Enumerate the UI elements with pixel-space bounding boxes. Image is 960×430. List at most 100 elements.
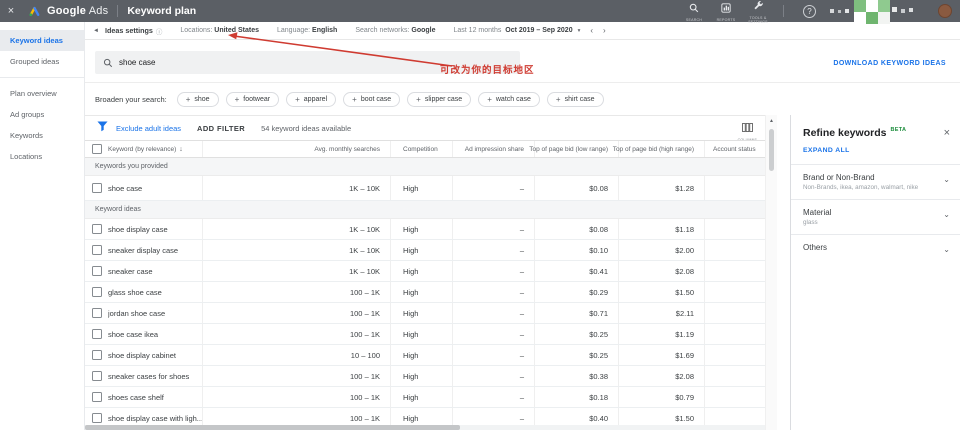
cell-competition: High	[391, 303, 453, 323]
columns-button[interactable]: COLUMNS	[738, 119, 757, 142]
expand-all-link[interactable]: EXPAND ALL	[791, 143, 960, 164]
ideas-settings-bar: ◄ Ideas settings ⓘ Locations: United Sta…	[85, 22, 960, 40]
date-range-setting[interactable]: Last 12 months Oct 2019 – Sep 2020	[454, 27, 573, 34]
header-top-bid-high[interactable]: Top of page bid (high range)	[613, 141, 705, 157]
plus-icon: +	[352, 94, 357, 104]
chip-label: apparel	[303, 95, 328, 103]
row-checkbox[interactable]	[91, 329, 102, 339]
close-window-button[interactable]: ×	[0, 5, 22, 17]
cell-competition: High	[391, 240, 453, 260]
sidebar-item-keywords[interactable]: Keywords	[0, 125, 84, 146]
row-checkbox[interactable]	[91, 224, 102, 234]
refine-section-brand[interactable]: Brand or Non-Brand Non-Brands, ikea, ama…	[791, 164, 960, 199]
header-ad-impression-share[interactable]: Ad impression share	[453, 141, 535, 157]
table-row[interactable]: shoe case ikea 100 – 1K High – $0.25 $1.…	[85, 324, 765, 345]
search-nav-button[interactable]: SEARCH	[678, 0, 710, 23]
header-keyword[interactable]: Keyword (by relevance) ↓	[108, 141, 203, 157]
date-range-dropdown-icon[interactable]: ▾	[578, 28, 581, 34]
table-row[interactable]: shoes case shelf 100 – 1K High – $0.18 $…	[85, 387, 765, 408]
row-checkbox[interactable]	[91, 183, 102, 193]
cell-bid-low: $0.08	[535, 219, 619, 239]
table-row[interactable]: sneaker display case 1K – 10K High – $0.…	[85, 240, 765, 261]
table-row[interactable]: shoe display case 1K – 10K High – $0.08 …	[85, 219, 765, 240]
cell-competition: High	[391, 345, 453, 365]
date-range-preset: Last 12 months	[453, 27, 502, 34]
chevron-down-icon[interactable]: ⌄	[943, 210, 950, 219]
window-title: Keyword plan	[127, 5, 197, 17]
ideas-settings-label[interactable]: Ideas settings	[105, 26, 153, 35]
help-button[interactable]: ?	[803, 4, 816, 18]
cell-bid-high: $2.00	[619, 240, 705, 260]
tools-settings-nav-button[interactable]: TOOLS & SETTINGS	[742, 0, 774, 25]
info-icon: ⓘ	[155, 28, 163, 36]
chip-boot-case[interactable]: + boot case	[343, 91, 401, 107]
row-checkbox[interactable]	[91, 308, 102, 318]
row-checkbox[interactable]	[91, 371, 102, 381]
row-checkbox[interactable]	[91, 350, 102, 360]
networks-setting[interactable]: Search networks: Google	[355, 27, 435, 34]
back-arrow-icon[interactable]: ◄	[93, 28, 99, 34]
header-top-bid-low[interactable]: Top of page bid (low range)	[529, 141, 619, 157]
select-all-checkbox[interactable]	[91, 144, 102, 154]
table-vertical-scrollbar[interactable]: ▲	[765, 115, 777, 430]
chevron-down-icon[interactable]: ⌄	[943, 175, 950, 184]
prev-period-button[interactable]: ‹	[590, 26, 593, 35]
table-row[interactable]: sneaker cases for shoes 100 – 1K High – …	[85, 366, 765, 387]
table-row[interactable]: shoe display cabinet 10 – 100 High – $0.…	[85, 345, 765, 366]
filter-bar: Exclude adult ideas ADD FILTER 54 keywor…	[85, 115, 765, 142]
cell-impression-share: –	[453, 303, 535, 323]
next-period-button[interactable]: ›	[603, 26, 606, 35]
plus-icon: +	[295, 94, 300, 104]
chip-shoe[interactable]: + shoe	[176, 91, 219, 107]
table-row[interactable]: jordan shoe case 100 – 1K High – $0.71 $…	[85, 303, 765, 324]
chip-watch-case[interactable]: + watch case	[478, 91, 540, 107]
refine-section-others[interactable]: Others ⌄	[791, 234, 960, 262]
sidebar-item-plan-overview[interactable]: Plan overview	[0, 83, 84, 104]
row-checkbox[interactable]	[91, 392, 102, 402]
chip-footwear[interactable]: + footwear	[225, 91, 280, 107]
date-range-value: Oct 2019 – Sep 2020	[505, 27, 573, 34]
chip-shirt-case[interactable]: + shirt case	[546, 91, 604, 107]
sidebar-item-keyword-ideas[interactable]: Keyword ideas	[0, 30, 84, 51]
topbar-divider	[117, 5, 119, 17]
language-setting[interactable]: Language: English	[277, 27, 337, 34]
row-checkbox[interactable]	[91, 413, 102, 423]
download-keyword-ideas-link[interactable]: DOWNLOAD KEYWORD IDEAS	[833, 60, 946, 67]
table-row[interactable]: glass shoe case 100 – 1K High – $0.29 $1…	[85, 282, 765, 303]
cell-impression-share: –	[453, 366, 535, 386]
cell-competition: High	[391, 324, 453, 344]
sidebar-item-locations[interactable]: Locations	[0, 146, 84, 167]
cell-avg-searches: 100 – 1K	[203, 324, 391, 344]
add-filter-button[interactable]: ADD FILTER	[197, 124, 245, 133]
sidebar-item-grouped-ideas[interactable]: Grouped ideas	[0, 51, 84, 72]
chip-label: shoe	[194, 95, 210, 103]
scroll-up-arrow[interactable]: ▲	[766, 118, 777, 124]
chip-apparel[interactable]: + apparel	[286, 91, 337, 107]
cell-account-status	[705, 240, 765, 260]
cell-account-status	[705, 219, 765, 239]
row-checkbox[interactable]	[91, 266, 102, 276]
refine-section-material[interactable]: Material glass ⌄	[791, 199, 960, 234]
horizontal-scroll-thumb[interactable]	[85, 425, 460, 430]
cell-account-status	[705, 282, 765, 302]
header-account-status[interactable]: Account status	[705, 141, 765, 157]
chevron-down-icon[interactable]: ⌄	[943, 245, 950, 254]
cell-bid-high: $1.69	[619, 345, 705, 365]
close-panel-icon[interactable]: ×	[944, 127, 950, 139]
row-checkbox[interactable]	[91, 245, 102, 255]
row-checkbox[interactable]	[91, 287, 102, 297]
reports-nav-button[interactable]: REPORTS	[710, 0, 742, 23]
header-avg-monthly-searches[interactable]: Avg. monthly searches	[203, 141, 391, 157]
cell-bid-low: $0.08	[535, 176, 619, 200]
filter-funnel-icon[interactable]	[97, 119, 108, 137]
table-row[interactable]: shoe case 1K – 10K High – $0.08 $1.28	[85, 176, 765, 201]
locations-setting[interactable]: Locations: United States	[180, 27, 259, 34]
vertical-scroll-thumb[interactable]	[769, 129, 774, 171]
profile-avatar[interactable]	[938, 4, 952, 18]
header-competition[interactable]: Competition	[391, 141, 453, 157]
sidebar-item-ad-groups[interactable]: Ad groups	[0, 104, 84, 125]
chip-slipper-case[interactable]: + slipper case	[407, 91, 472, 107]
table-row[interactable]: sneaker case 1K – 10K High – $0.41 $2.08	[85, 261, 765, 282]
table-horizontal-scrollbar[interactable]	[85, 425, 765, 430]
exclude-adult-ideas-link[interactable]: Exclude adult ideas	[116, 124, 181, 133]
